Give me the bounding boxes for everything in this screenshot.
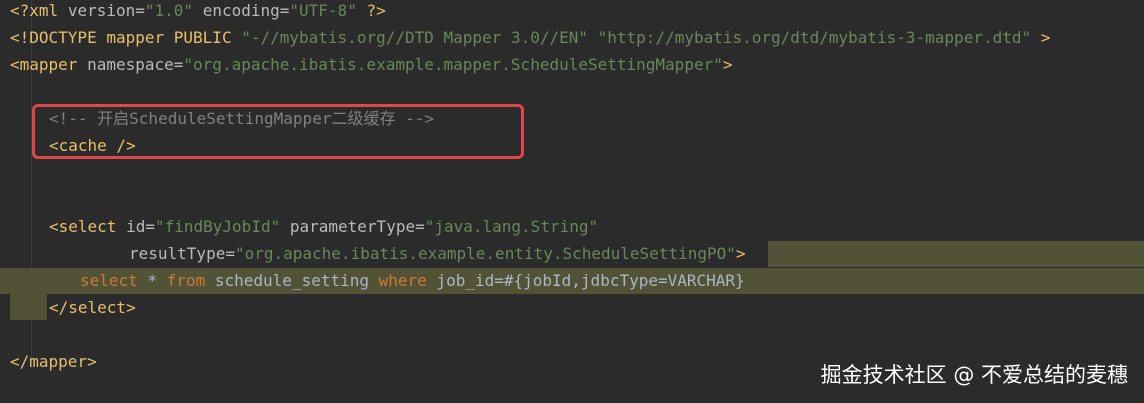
id-value: "findByJobId" xyxy=(154,217,281,236)
code-line-12: </select> xyxy=(49,294,136,321)
parameter-type-value: "java.lang.String" xyxy=(424,217,599,236)
version-attr: version= xyxy=(67,1,145,20)
doctype-open: <!DOCTYPE xyxy=(10,28,97,47)
select-open-close: > xyxy=(735,244,746,263)
select-close-tag: </select> xyxy=(49,298,136,317)
mapper-open-close: > xyxy=(722,55,733,74)
encoding-value: "UTF-8" xyxy=(289,1,357,20)
cache-highlight-box xyxy=(32,104,524,159)
namespace-attr: namespace= xyxy=(87,55,184,74)
doctype-close: > xyxy=(1040,28,1051,47)
xml-decl-close: ?> xyxy=(366,1,386,20)
namespace-value: "org.apache.ibatis.example.mapper.Schedu… xyxy=(183,55,723,74)
doctype-text: mapper PUBLIC xyxy=(106,28,232,47)
mapper-open-tag: <mapper xyxy=(10,55,78,74)
sql-star: * xyxy=(137,271,167,290)
select-open-tag: <select xyxy=(49,217,117,236)
sql-keyword-select: select xyxy=(80,271,138,290)
result-type-value: "org.apache.ibatis.example.entity.Schedu… xyxy=(234,244,736,263)
code-editor[interactable]: <?xml version="1.0" encoding="UTF-8" ?> … xyxy=(0,0,1144,403)
parameter-type-attr: parameterType= xyxy=(289,217,425,236)
sql-keyword-from: from xyxy=(166,271,206,290)
id-attr: id= xyxy=(126,217,155,236)
sql-condition: job_id=#{jobId,jdbcType=VARCHAR} xyxy=(426,271,745,290)
xml-decl-open: <?xml xyxy=(10,1,59,20)
watermark-text: 掘金技术社区 @ 不爱总结的麦穗 xyxy=(820,363,1128,387)
sql-table-name: schedule_setting xyxy=(205,271,379,290)
line-highlight xyxy=(10,294,47,320)
code-line-11: select * from schedule_setting where job… xyxy=(80,267,745,294)
sql-keyword-where: where xyxy=(378,271,427,290)
code-line-2: <!DOCTYPE mapper PUBLIC "-//mybatis.org/… xyxy=(10,24,1050,51)
doctype-system-id: "http://mybatis.org/dtd/mybatis-3-mapper… xyxy=(597,28,1032,47)
line-highlight xyxy=(768,241,1144,267)
code-line-10: resultType="org.apache.ibatis.example.en… xyxy=(129,240,746,267)
doctype-public-id: "-//mybatis.org//DTD Mapper 3.0//EN" xyxy=(241,28,588,47)
version-value: "1.0" xyxy=(144,1,194,20)
code-line-9: <select id="findByJobId" parameterType="… xyxy=(49,213,598,240)
code-line-14: </mapper> xyxy=(10,348,97,375)
code-line-1: <?xml version="1.0" encoding="UTF-8" ?> xyxy=(10,0,386,24)
result-type-attr: resultType= xyxy=(129,244,235,263)
encoding-attr: encoding= xyxy=(202,1,290,20)
code-line-3: <mapper namespace="org.apache.ibatis.exa… xyxy=(10,51,732,78)
mapper-close-tag: </mapper> xyxy=(10,352,97,371)
